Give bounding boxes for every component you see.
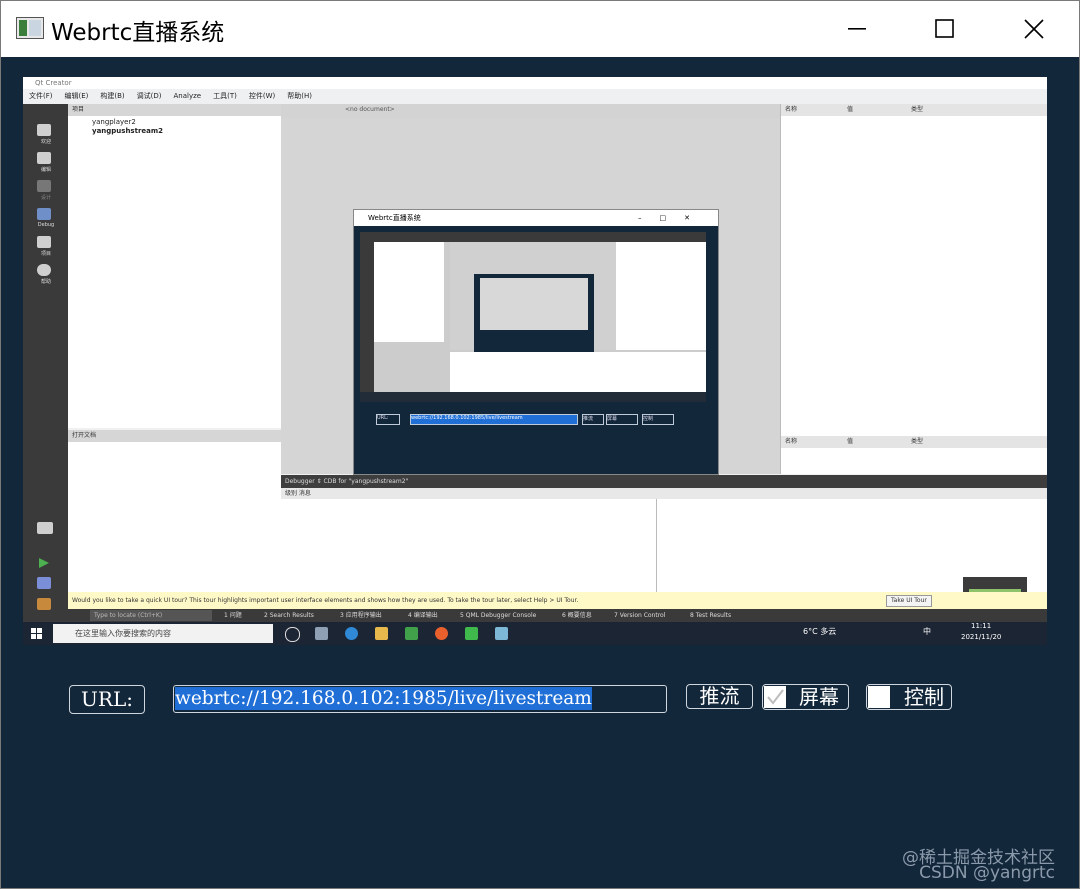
app-window: Webrtc直播系统 Qt Creator 文件(F) 编辑(E) 构建(B) 调试(… [0, 0, 1080, 889]
checkmark-icon [767, 689, 784, 705]
control-checkbox-box[interactable] [868, 686, 890, 708]
nested-title-bar: Webrtc直播系统 –□✕ [354, 210, 718, 226]
debugger-log [281, 499, 1047, 592]
task-view-icon [285, 627, 300, 642]
project-icon [37, 236, 51, 248]
title-bar[interactable]: Webrtc直播系统 [1, 1, 1079, 57]
nested-body: URL: webrtc://192.168.0.102:1985/live/li… [354, 226, 718, 474]
screen-checkbox-box[interactable] [764, 686, 786, 708]
project-pane-header: 项目 [68, 104, 281, 116]
qt-icon [405, 627, 418, 640]
nested-screen-check: 屏幕 [606, 414, 638, 425]
nested-url-field: webrtc://192.168.0.102:1985/live/livestr… [410, 414, 578, 425]
taskbar-search: 在这里输入你要搜索的内容 [53, 624, 273, 643]
maximize-button[interactable] [915, 1, 975, 57]
maximize-icon [935, 19, 954, 38]
push-stream-button[interactable]: 推流 [686, 684, 753, 709]
screen-preview: Qt Creator 文件(F) 编辑(E) 构建(B) 调试(D) Analyze 工具… [23, 77, 1047, 645]
firefox-icon [435, 627, 448, 640]
project-item: yangplayer2 [92, 118, 136, 126]
debugger-toolbar: Debugger ⇕ CDB for "yangpushstream2" [281, 475, 1047, 488]
open-docs-header: 打开文档 [68, 430, 281, 442]
run-icon [39, 558, 49, 568]
app-icon [16, 17, 44, 39]
edit-icon [37, 152, 51, 164]
minimize-icon [848, 28, 866, 30]
widgets-icon [315, 627, 328, 640]
watermark-line2: CSDN @yangrtc [919, 863, 1055, 883]
qt-status-bar: Type to locate (Ctrl+K) 1 问题 2 Search Re… [68, 609, 1047, 622]
locals-header: 名称 值 类型 [781, 104, 1047, 116]
welcome-icon [37, 124, 51, 136]
explorer-icon [375, 627, 388, 640]
editor-tabbar: <no document> [281, 104, 780, 118]
nested-window: Webrtc直播系统 –□✕ URL: webrtc://192.168.0.1… [353, 209, 719, 475]
screen-checkbox-label: 屏幕 [799, 685, 839, 709]
debug-icon [37, 208, 51, 220]
nested-preview [360, 232, 706, 402]
build-icon [37, 598, 51, 610]
nested-control-check: 控制 [642, 414, 674, 425]
edge-icon [345, 627, 358, 640]
project-item: yangpushstream2 [92, 127, 164, 135]
help-icon [37, 264, 51, 276]
nested-push-button: 推流 [582, 414, 604, 425]
monitor-icon [37, 522, 53, 534]
url-input-value: webrtc://192.168.0.102:1985/live/livestr… [175, 687, 592, 710]
minimize-button[interactable] [827, 1, 887, 57]
nested-url-label: URL: [376, 414, 400, 425]
wechat-icon [465, 627, 478, 640]
expressions-header: 名称 值 类型 [781, 436, 1047, 448]
debugger-log-header: 级别 消息 [281, 488, 1047, 499]
debug-run-icon [37, 577, 51, 589]
project-tree: yangplayer2 yangpushstream2 [68, 116, 281, 428]
control-checkbox-label: 控制 [904, 685, 944, 709]
qt-title-bar: Qt Creator [23, 77, 1047, 89]
ui-tour-banner: Would you like to take a quick UI tour? … [68, 592, 1047, 609]
url-label: URL: [69, 685, 145, 714]
app-taskbar-icon [495, 627, 508, 640]
qt-menu-bar: 文件(F) 编辑(E) 构建(B) 调试(D) Analyze 工具(T) 控件(W) 帮助(… [23, 89, 1047, 104]
screen-checkbox[interactable]: 屏幕 [762, 684, 849, 710]
window-title: Webrtc直播系统 [51, 20, 225, 46]
close-button[interactable] [1004, 1, 1064, 57]
qt-mode-sidebar: 欢迎 编辑 设计 Debug 项目 帮助 [23, 104, 68, 622]
design-icon [37, 180, 51, 192]
open-docs-pane [68, 442, 281, 592]
control-checkbox[interactable]: 控制 [866, 684, 952, 710]
windows-start-icon [31, 628, 42, 639]
close-icon [1024, 19, 1044, 39]
windows-taskbar: 在这里输入你要搜索的内容 6°C 多云 中 11:11 2021/11/20 [23, 622, 1047, 645]
url-input[interactable]: webrtc://192.168.0.102:1985/live/livestr… [173, 685, 667, 713]
qt-right-pane: 名称 值 类型 名称 值 类型 [780, 104, 1047, 474]
